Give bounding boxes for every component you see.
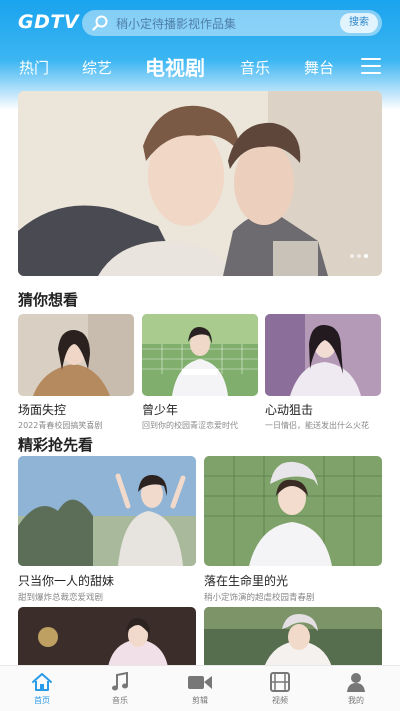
app-logo: GDTV xyxy=(18,11,80,33)
guess-card-3-subtitle: 一日情侣，能送发出什么火花 xyxy=(265,421,369,430)
nav-clips-label: 剪辑 xyxy=(192,696,208,705)
tab-hot[interactable]: 热门 xyxy=(19,50,49,86)
pagination-dot[interactable] xyxy=(357,254,361,258)
nav-music-label: 音乐 xyxy=(112,696,128,705)
search-placeholder[interactable]: 稍小定待播影视作品集 xyxy=(116,15,236,32)
preview-card-1-thumbnail xyxy=(18,456,196,566)
featured-banner[interactable] xyxy=(18,91,382,276)
nav-video-label: 视频 xyxy=(272,696,288,705)
guess-card-1-thumbnail xyxy=(18,314,134,396)
music-note-icon xyxy=(112,672,128,691)
preview-card-2-thumbnail xyxy=(204,456,382,566)
banner-pagination xyxy=(347,243,368,262)
guess-card-2-title: 曾少年 xyxy=(142,403,179,417)
home-icon xyxy=(32,673,52,691)
section-title-preview: 精彩抢先看 xyxy=(18,436,94,454)
guess-card-1-title: 场面失控 xyxy=(18,403,67,417)
bottom-navigation: 首页 音乐 剪辑 视频 我的 xyxy=(0,665,400,711)
preview-card-3-thumbnail[interactable] xyxy=(18,607,196,667)
nav-profile-label: 我的 xyxy=(348,696,364,705)
video-camera-icon xyxy=(188,676,212,689)
preview-card-4-thumbnail[interactable] xyxy=(204,607,382,667)
nav-profile[interactable]: 我的 xyxy=(326,672,386,706)
search-bar[interactable]: 稍小定待播影视作品集 搜索 xyxy=(82,10,382,36)
nav-home[interactable]: 首页 xyxy=(12,672,72,706)
preview-card-2-title: 落在生命里的光 xyxy=(204,574,289,588)
tab-music[interactable]: 音乐 xyxy=(240,50,270,86)
preview-card-2[interactable]: 落在生命里的光 稍小定饰演的超虐校园青春剧 xyxy=(204,456,382,603)
banner-image xyxy=(18,91,382,276)
nav-home-label: 首页 xyxy=(34,696,50,705)
preview-card-1-subtitle: 甜到爆炸总裁恋爱戏剧 xyxy=(18,593,104,603)
preview-card-1-title: 只当你一人的甜妹 xyxy=(18,574,115,588)
menu-icon[interactable] xyxy=(361,58,381,74)
preview-card-2-subtitle: 稍小定饰演的超虐校园青春剧 xyxy=(204,593,315,603)
film-icon xyxy=(270,672,290,692)
preview-card-1[interactable]: 只当你一人的甜妹 甜到爆炸总裁恋爱戏剧 xyxy=(18,456,196,603)
category-tabs: 热门 综艺 电视剧 音乐 舞台 xyxy=(0,50,400,86)
guess-card-1-subtitle: 2022青春校园搞笑喜剧 xyxy=(18,421,103,430)
pagination-dot-active[interactable] xyxy=(364,254,368,258)
search-button[interactable]: 搜索 xyxy=(340,13,378,33)
search-icon xyxy=(92,15,108,31)
nav-music[interactable]: 音乐 xyxy=(90,672,150,706)
nav-clips[interactable]: 剪辑 xyxy=(170,672,230,706)
pagination-dot[interactable] xyxy=(350,254,354,258)
guess-card-2-subtitle: 回到你的校园青涩恋爱时代 xyxy=(142,421,238,430)
person-icon xyxy=(347,673,365,692)
guess-card-2-thumbnail xyxy=(142,314,258,396)
guess-card-1[interactable]: 场面失控 2022青春校园搞笑喜剧 xyxy=(18,314,134,431)
guess-card-3[interactable]: 心动狙击 一日情侣，能送发出什么火花 xyxy=(265,314,381,431)
tab-stage[interactable]: 舞台 xyxy=(304,50,334,86)
section-title-guess: 猜你想看 xyxy=(18,291,79,309)
tab-tv-series[interactable]: 电视剧 xyxy=(145,50,205,86)
nav-video[interactable]: 视频 xyxy=(250,672,310,706)
guess-card-3-title: 心动狙击 xyxy=(265,403,314,417)
guess-card-3-thumbnail xyxy=(265,314,381,396)
guess-card-2[interactable]: 曾少年 回到你的校园青涩恋爱时代 xyxy=(142,314,258,431)
tab-variety[interactable]: 综艺 xyxy=(82,50,112,86)
